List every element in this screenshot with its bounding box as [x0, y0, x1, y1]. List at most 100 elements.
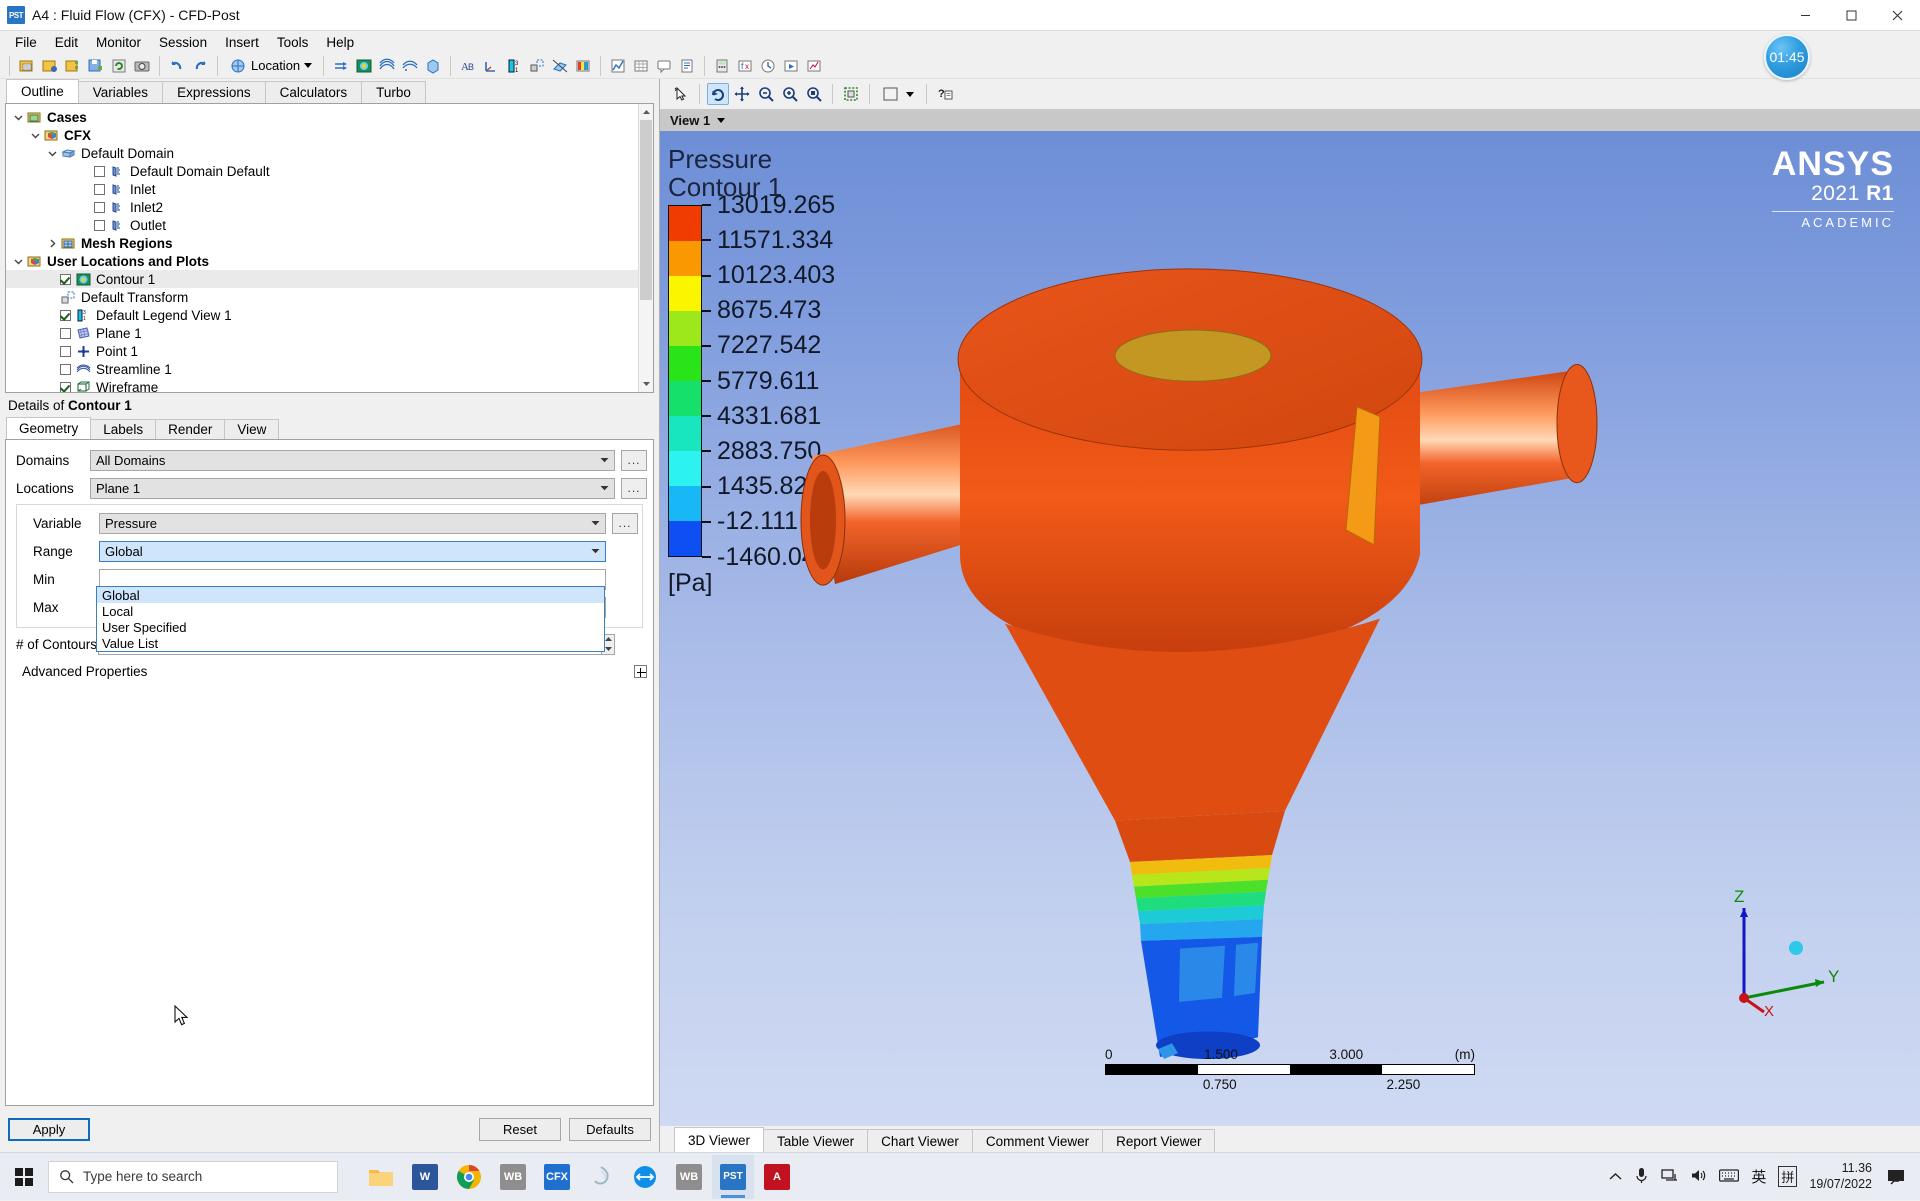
fit-view-icon[interactable]	[840, 83, 862, 105]
locations-combo[interactable]: Plane 1	[90, 477, 615, 499]
close-button[interactable]	[1874, 0, 1920, 31]
tree-item-cfx[interactable]: CFX	[6, 126, 653, 144]
tree-item-checkbox[interactable]	[94, 183, 105, 195]
file-explorer-icon[interactable]	[360, 1155, 402, 1199]
tree-item-default-domain-default[interactable]: Default Domain Default	[6, 162, 653, 180]
tree-item-cases[interactable]: Cases	[6, 108, 653, 126]
ime-language-icon[interactable]: 英	[1751, 1166, 1766, 1187]
3d-viewport[interactable]: ANSYS 2021 R1 ACADEMIC Pressure Contour …	[660, 131, 1920, 1126]
notification-center-icon[interactable]	[1884, 1164, 1910, 1190]
view-selector-bar[interactable]: View 1	[660, 109, 1920, 131]
tab-calculators[interactable]: Calculators	[264, 81, 363, 103]
tree-item-checkbox[interactable]	[94, 201, 105, 213]
tree-item-inlet2[interactable]: Inlet2	[6, 198, 653, 216]
expand-plus-icon[interactable]	[634, 665, 647, 678]
macro-icon[interactable]: fx	[734, 55, 756, 77]
vector-icon[interactable]	[330, 55, 352, 77]
range-dropdown-popup[interactable]: Global Local User Specified Value List	[96, 586, 605, 652]
tab-comment-viewer[interactable]: Comment Viewer	[971, 1129, 1104, 1152]
menu-tools[interactable]: Tools	[268, 33, 318, 52]
tree-scrollbar[interactable]	[638, 104, 653, 392]
refresh-icon[interactable]	[108, 55, 130, 77]
range-option-user-specified[interactable]: User Specified	[97, 619, 604, 635]
menu-insert[interactable]: Insert	[216, 33, 268, 52]
menu-help[interactable]: Help	[317, 33, 363, 52]
microphone-icon[interactable]	[1634, 1167, 1649, 1187]
tab-3d-viewer[interactable]: 3D Viewer	[674, 1127, 765, 1152]
new-case-icon[interactable]	[16, 55, 38, 77]
tree-item-inlet[interactable]: Inlet	[6, 180, 653, 198]
chevron-down-icon[interactable]	[27, 131, 43, 140]
workbench2-icon[interactable]: WB	[668, 1155, 710, 1199]
open-case-icon[interactable]	[39, 55, 61, 77]
chevron-down-icon[interactable]	[10, 113, 26, 122]
defaults-button[interactable]: Defaults	[569, 1117, 651, 1141]
zoom-box-icon[interactable]	[803, 83, 825, 105]
tab-geometry[interactable]: Geometry	[6, 417, 92, 439]
color-map-icon[interactable]	[572, 55, 594, 77]
tree-item-checkbox[interactable]	[60, 273, 71, 285]
cfdpost-icon[interactable]: PST	[712, 1154, 754, 1199]
tree-item-default-domain[interactable]: Default Domain	[6, 144, 653, 162]
range-combo[interactable]: Global	[99, 540, 606, 562]
teamviewer-icon[interactable]	[624, 1155, 666, 1199]
chevron-down-icon[interactable]	[10, 257, 26, 266]
tree-item-point-1[interactable]: Point 1	[6, 342, 653, 360]
report-icon[interactable]	[676, 55, 698, 77]
tree-item-checkbox[interactable]	[60, 309, 71, 321]
tree-item-default-legend-view-1[interactable]: 3 1 Default Legend View 1	[6, 306, 653, 324]
menu-monitor[interactable]: Monitor	[87, 33, 150, 52]
tab-table-viewer[interactable]: Table Viewer	[763, 1129, 869, 1152]
clip-plane-icon[interactable]	[549, 55, 571, 77]
snapshot-icon[interactable]	[131, 55, 153, 77]
tree-item-plane-1[interactable]: Plane 1	[6, 324, 653, 342]
streamline-icon[interactable]	[376, 55, 398, 77]
instance-transform-icon[interactable]	[526, 55, 548, 77]
pan-icon[interactable]	[731, 83, 753, 105]
locations-ellipsis-button[interactable]: ...	[621, 477, 647, 499]
apply-button[interactable]: Apply	[8, 1117, 90, 1141]
chrome-icon[interactable]	[448, 1155, 490, 1199]
tree-item-checkbox[interactable]	[94, 219, 105, 231]
domains-ellipsis-button[interactable]: ...	[621, 449, 647, 471]
tree-item-checkbox[interactable]	[60, 363, 71, 375]
start-button[interactable]	[0, 1153, 48, 1201]
tree-item-outlet[interactable]: Outlet	[6, 216, 653, 234]
tree-item-checkbox[interactable]	[94, 165, 105, 177]
minimize-button[interactable]	[1782, 0, 1828, 31]
particle-track-icon[interactable]	[399, 55, 421, 77]
fluent-icon[interactable]	[580, 1155, 622, 1199]
menu-session[interactable]: Session	[150, 33, 216, 52]
tree-item-checkbox[interactable]	[60, 327, 71, 339]
menu-file[interactable]: File	[6, 33, 46, 52]
tab-turbo[interactable]: Turbo	[361, 81, 426, 103]
tab-report-viewer[interactable]: Report Viewer	[1102, 1129, 1216, 1152]
load-results-icon[interactable]	[62, 55, 84, 77]
range-option-local[interactable]: Local	[97, 603, 604, 619]
maximize-button[interactable]	[1828, 0, 1874, 31]
redo-icon[interactable]	[189, 55, 211, 77]
quantitative-icon[interactable]	[803, 55, 825, 77]
undo-icon[interactable]	[166, 55, 188, 77]
animate-icon[interactable]	[780, 55, 802, 77]
tab-view[interactable]: View	[224, 419, 280, 439]
legend-icon[interactable]: 31	[503, 55, 525, 77]
tab-labels[interactable]: Labels	[90, 419, 157, 439]
tree-item-contour-1[interactable]: Contour 1	[6, 270, 653, 288]
chevron-down-icon[interactable]	[717, 117, 726, 123]
background-color-button[interactable]	[877, 83, 919, 105]
tree-item-user-locations-and-plots[interactable]: User Locations and Plots	[6, 252, 653, 270]
table-icon[interactable]	[630, 55, 652, 77]
tree-item-default-transform[interactable]: Default Transform	[6, 288, 653, 306]
scroll-down-icon[interactable]	[639, 376, 653, 392]
chevron-down-icon[interactable]	[44, 149, 60, 158]
tree-item-mesh-regions[interactable]: Mesh Regions	[6, 234, 653, 252]
volume-icon[interactable]	[1690, 1168, 1707, 1186]
volume-icon[interactable]	[422, 55, 444, 77]
menu-edit[interactable]: Edit	[46, 33, 87, 52]
save-state-icon[interactable]	[85, 55, 107, 77]
taskbar-clock[interactable]: 11.36 19/07/2022	[1809, 1161, 1872, 1192]
text-icon[interactable]: AB	[457, 55, 479, 77]
range-option-global[interactable]: Global	[97, 587, 604, 603]
tab-chart-viewer[interactable]: Chart Viewer	[867, 1129, 973, 1152]
